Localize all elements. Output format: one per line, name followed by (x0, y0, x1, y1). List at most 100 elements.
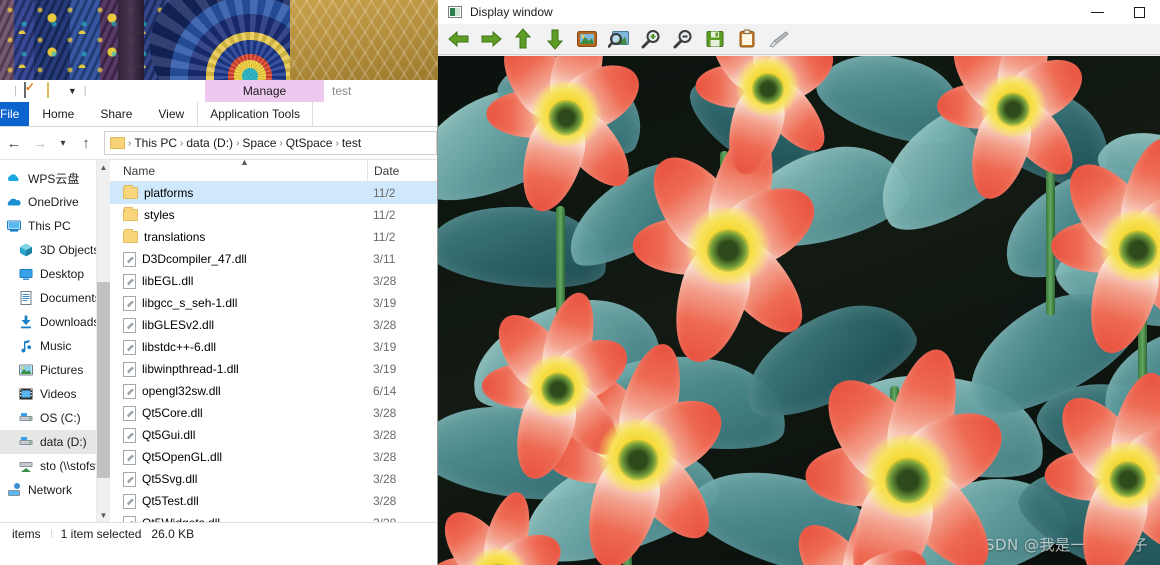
file-name-cell: Qt5Core.dll (110, 405, 367, 421)
table-row[interactable]: styles 11/2 (110, 204, 437, 226)
file-date-cell: 3/28 (373, 494, 397, 508)
file-name-label: translations (144, 230, 206, 244)
clear-button[interactable] (766, 26, 792, 52)
sidebar-item-onedrive[interactable]: OneDrive (0, 190, 110, 214)
music-icon (18, 338, 34, 354)
arrow-up-icon (514, 28, 532, 49)
file-date-cell: 3/28 (373, 428, 397, 442)
breadcrumb-item-test[interactable]: test (342, 136, 361, 150)
table-row[interactable]: Qt5Widgets.dll 3/28 (110, 512, 437, 522)
sidebar-item-pictures[interactable]: Pictures (0, 358, 110, 382)
fit-image-button[interactable] (574, 26, 600, 52)
tulip-stamen (706, 229, 750, 272)
arrow-left-icon (448, 30, 469, 48)
table-row[interactable]: translations 11/2 (110, 226, 437, 248)
tab-share[interactable]: Share (87, 102, 145, 126)
zoom-in-button[interactable] (638, 26, 664, 52)
display-window-title: Display window (470, 5, 553, 19)
table-row[interactable]: libgcc_s_seh-1.dll 3/19 (110, 292, 437, 314)
dll-icon (123, 339, 136, 355)
tulip-stamen (617, 439, 659, 481)
table-row[interactable]: opengl32sw.dll 6/14 (110, 380, 437, 402)
navigation-bar: ← → ▾ ↑ › This PC › data (D:) › Space › … (0, 127, 437, 159)
table-row[interactable]: libstdc++-6.dll 3/19 (110, 336, 437, 358)
pan-right-button[interactable] (478, 26, 504, 52)
file-name-cell: D3Dcompiler_47.dll (110, 251, 367, 267)
folder-icon (123, 207, 138, 221)
up-button[interactable]: ↑ (74, 131, 98, 155)
documents-icon (18, 290, 34, 306)
pan-down-button[interactable] (542, 26, 568, 52)
file-date-cell: 3/28 (373, 472, 397, 486)
address-bar[interactable]: › This PC › data (D:) › Space › QtSpace … (104, 131, 437, 155)
pan-left-button[interactable] (446, 26, 472, 52)
display-window-titlebar[interactable]: Display window (438, 0, 1160, 24)
clipboard-icon (739, 29, 755, 48)
maximize-button[interactable] (1118, 0, 1160, 24)
table-row[interactable]: Qt5OpenGL.dll 3/28 (110, 446, 437, 468)
sidebar-item-music[interactable]: Music (0, 334, 110, 358)
new-folder-icon[interactable] (46, 82, 63, 99)
sidebar-item-desktop[interactable]: Desktop (0, 262, 110, 286)
table-row[interactable]: D3Dcompiler_47.dll 3/11 (110, 248, 437, 270)
chevron-down-icon[interactable]: ▼ (68, 86, 77, 96)
breadcrumb-item-data-d[interactable]: data (D:) (186, 136, 233, 150)
file-name-cell: libGLESv2.dll (110, 317, 367, 333)
sidebar-item-videos[interactable]: Videos (0, 382, 110, 406)
sidebar-item-label: Pictures (40, 363, 84, 377)
column-header-name[interactable]: Name ▲ (110, 160, 367, 178)
tab-view[interactable]: View (145, 102, 197, 126)
sidebar-item-wps[interactable]: WPS云盘 (0, 166, 110, 190)
table-row[interactable]: Qt5Test.dll 3/28 (110, 490, 437, 512)
table-row[interactable]: libGLESv2.dll 3/28 (110, 314, 437, 336)
breadcrumb-item-qtspace[interactable]: QtSpace (286, 136, 333, 150)
back-button[interactable]: ← (2, 131, 26, 155)
sidebar-item-os-c[interactable]: OS (C:) (0, 406, 110, 430)
image-canvas[interactable]: CSDN @我是一块小鸭子 (438, 56, 1160, 565)
table-row[interactable]: platforms 11/2 (110, 182, 437, 204)
zoom-out-button[interactable] (670, 26, 696, 52)
3d-objects-icon (18, 242, 34, 258)
file-name-label: platforms (144, 186, 194, 200)
sidebar-scroll-thumb[interactable] (97, 282, 110, 478)
sidebar-item-sto-stofsvr01[interactable]: sto (\\stofsvr01) (0, 454, 110, 478)
properties-icon[interactable] (23, 82, 40, 99)
file-name-cell: libgcc_s_seh-1.dll (110, 295, 367, 311)
zoom-fit-button[interactable] (606, 26, 632, 52)
tab-home[interactable]: Home (29, 102, 87, 126)
zoom-in-icon (641, 30, 660, 49)
pan-up-button[interactable] (510, 26, 536, 52)
arrow-down-icon (546, 29, 564, 50)
forward-button[interactable]: → (28, 131, 52, 155)
sidebar-item-3d-objects[interactable]: 3D Objects (0, 238, 110, 262)
dll-icon (123, 361, 136, 377)
sidebar-item-this-pc[interactable]: This PC (0, 214, 110, 238)
scroll-up-arrow-icon[interactable]: ▲ (97, 160, 110, 174)
tab-application-tools[interactable]: Application Tools (197, 102, 314, 126)
recent-locations-button[interactable]: ▾ (54, 131, 72, 155)
table-row[interactable]: Qt5Gui.dll 3/28 (110, 424, 437, 446)
copy-button[interactable] (734, 26, 760, 52)
minimize-button[interactable] (1076, 0, 1118, 24)
table-row[interactable]: libEGL.dll 3/28 (110, 270, 437, 292)
column-header-date[interactable]: Date (367, 160, 399, 181)
breadcrumb-item-space[interactable]: Space (242, 136, 276, 150)
dll-icon (123, 317, 136, 333)
network-drive-icon (18, 458, 34, 474)
sidebar-item-downloads[interactable]: Downloads (0, 310, 110, 334)
table-row[interactable]: Qt5Svg.dll 3/28 (110, 468, 437, 490)
file-explorer-window: | ▼ | Manage test File Home Share View A… (0, 80, 438, 565)
breadcrumb-item-this-pc[interactable]: This PC (134, 136, 177, 150)
tab-file[interactable]: File (0, 102, 30, 126)
sidebar-item-label: OneDrive (28, 195, 79, 209)
save-button[interactable] (702, 26, 728, 52)
dll-icon (123, 471, 136, 487)
sidebar-item-network[interactable]: Network (0, 478, 110, 502)
sidebar-scrollbar[interactable]: ▲ ▼ (96, 160, 110, 522)
scroll-down-arrow-icon[interactable]: ▼ (97, 508, 110, 522)
videos-icon (18, 386, 34, 402)
sidebar-item-documents[interactable]: Documents (0, 286, 110, 310)
table-row[interactable]: libwinpthread-1.dll 3/19 (110, 358, 437, 380)
sidebar-item-data-d[interactable]: data (D:) (0, 430, 110, 454)
table-row[interactable]: Qt5Core.dll 3/28 (110, 402, 437, 424)
